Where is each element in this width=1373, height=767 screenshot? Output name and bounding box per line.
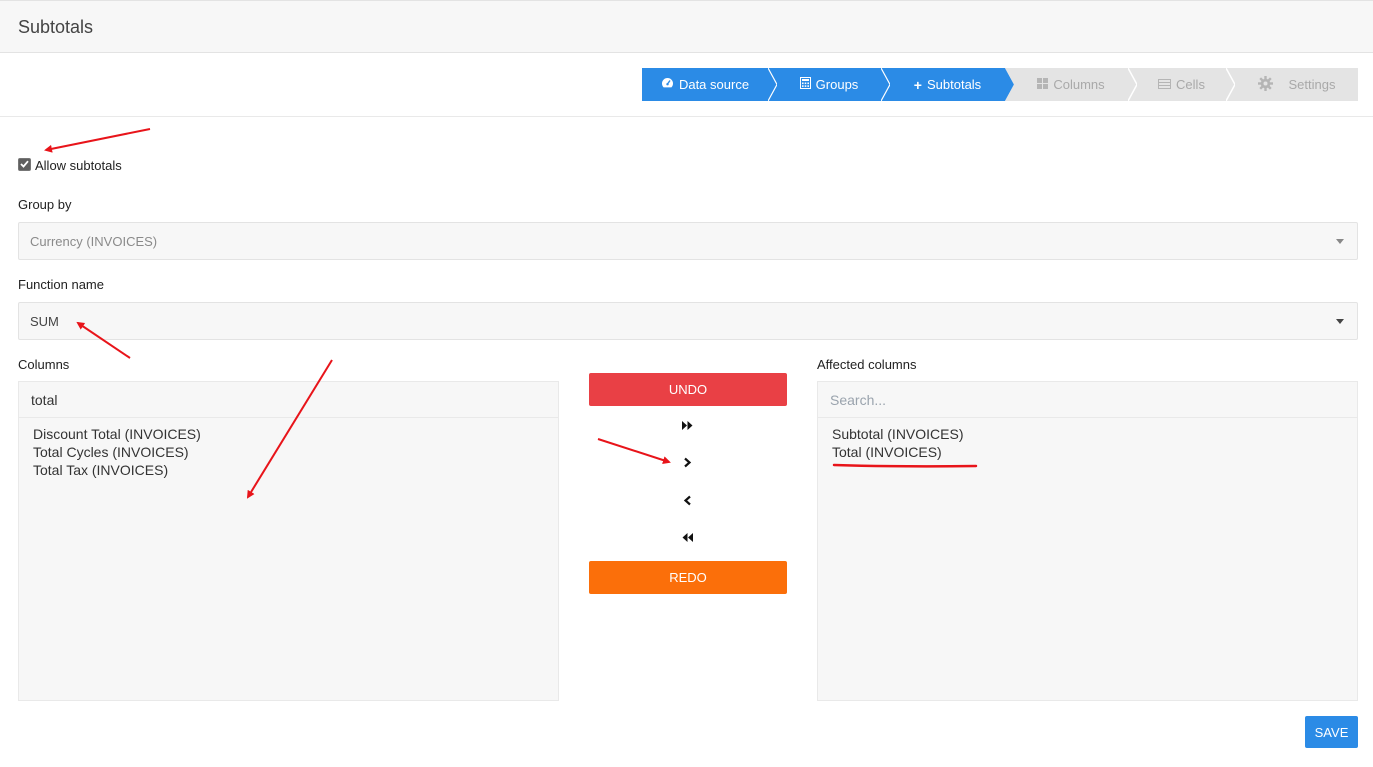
move-left-button[interactable] — [676, 493, 698, 511]
save-button[interactable]: SAVE — [1305, 716, 1358, 748]
step-label: Groups — [815, 77, 859, 92]
step-label: Data source — [678, 77, 750, 92]
affected-columns-label: Affected columns — [817, 357, 917, 372]
annotation-arrow — [597, 438, 671, 464]
function-name-value: SUM — [30, 314, 59, 329]
group-by-label: Group by — [18, 197, 72, 212]
step-cells[interactable]: Cells — [1137, 68, 1226, 101]
step-columns[interactable]: Columns — [1014, 68, 1128, 101]
group-by-select[interactable]: Currency (INVOICES) — [18, 222, 1358, 260]
page-header: Subtotals — [0, 0, 1373, 53]
list-item[interactable]: Total (INVOICES) — [832, 443, 1343, 461]
chevron-right-icon — [683, 455, 692, 473]
function-name-label: Function name — [18, 277, 104, 292]
columns-label: Columns — [18, 357, 70, 372]
caret-down-icon — [1336, 239, 1344, 244]
allow-subtotals-label: Allow subtotals — [35, 158, 122, 173]
move-all-right-button[interactable] — [676, 418, 698, 436]
step-data-source[interactable]: Data source — [642, 68, 768, 101]
page-title: Subtotals — [18, 17, 94, 37]
wizard-bar: Data source Groups + Subtotals Columns C… — [0, 53, 1373, 117]
affected-search-input[interactable]: Search... — [817, 381, 1358, 417]
chevron-left-icon — [683, 493, 692, 511]
list-item[interactable]: Subtotal (INVOICES) — [832, 425, 1343, 443]
move-all-left-button[interactable] — [676, 530, 698, 548]
double-chevron-right-icon — [681, 418, 694, 436]
move-right-button[interactable] — [676, 455, 698, 473]
step-label: Cells — [1176, 77, 1205, 92]
allow-subtotals-checkbox[interactable] — [18, 157, 31, 171]
annotation-arrow — [44, 128, 151, 153]
list-item[interactable]: Total Tax (INVOICES) — [33, 461, 544, 479]
list-item[interactable]: Discount Total (INVOICES) — [33, 425, 544, 443]
step-groups[interactable]: Groups — [777, 68, 881, 101]
function-name-select[interactable]: SUM — [18, 302, 1358, 340]
caret-down-icon — [1336, 319, 1344, 324]
plus-icon: + — [913, 76, 922, 93]
wizard-steps: Data source Groups + Subtotals Columns C… — [642, 68, 1358, 101]
allow-subtotals-row: Allow subtotals — [18, 155, 122, 173]
step-settings[interactable]: Settings — [1235, 68, 1358, 101]
redo-button[interactable]: REDO — [589, 561, 787, 594]
affected-columns-list[interactable]: Subtotal (INVOICES) Total (INVOICES) — [817, 417, 1358, 701]
columns-search-input[interactable]: total — [18, 381, 559, 417]
list-item[interactable]: Total Cycles (INVOICES) — [33, 443, 544, 461]
dashboard-icon — [661, 77, 674, 92]
undo-button[interactable]: UNDO — [589, 373, 787, 406]
gear-icon — [1257, 75, 1273, 94]
step-label: Columns — [1053, 77, 1105, 92]
step-subtotals[interactable]: + Subtotals — [890, 68, 1005, 101]
double-chevron-left-icon — [681, 530, 694, 548]
step-label: Subtotals — [926, 77, 982, 92]
columns-list[interactable]: Discount Total (INVOICES) Total Cycles (… — [18, 417, 559, 701]
step-label: Settings — [1288, 77, 1336, 92]
calculator-icon — [799, 77, 811, 92]
group-by-value: Currency (INVOICES) — [30, 234, 158, 249]
grid-icon — [1037, 77, 1049, 92]
list-icon — [1158, 78, 1172, 92]
